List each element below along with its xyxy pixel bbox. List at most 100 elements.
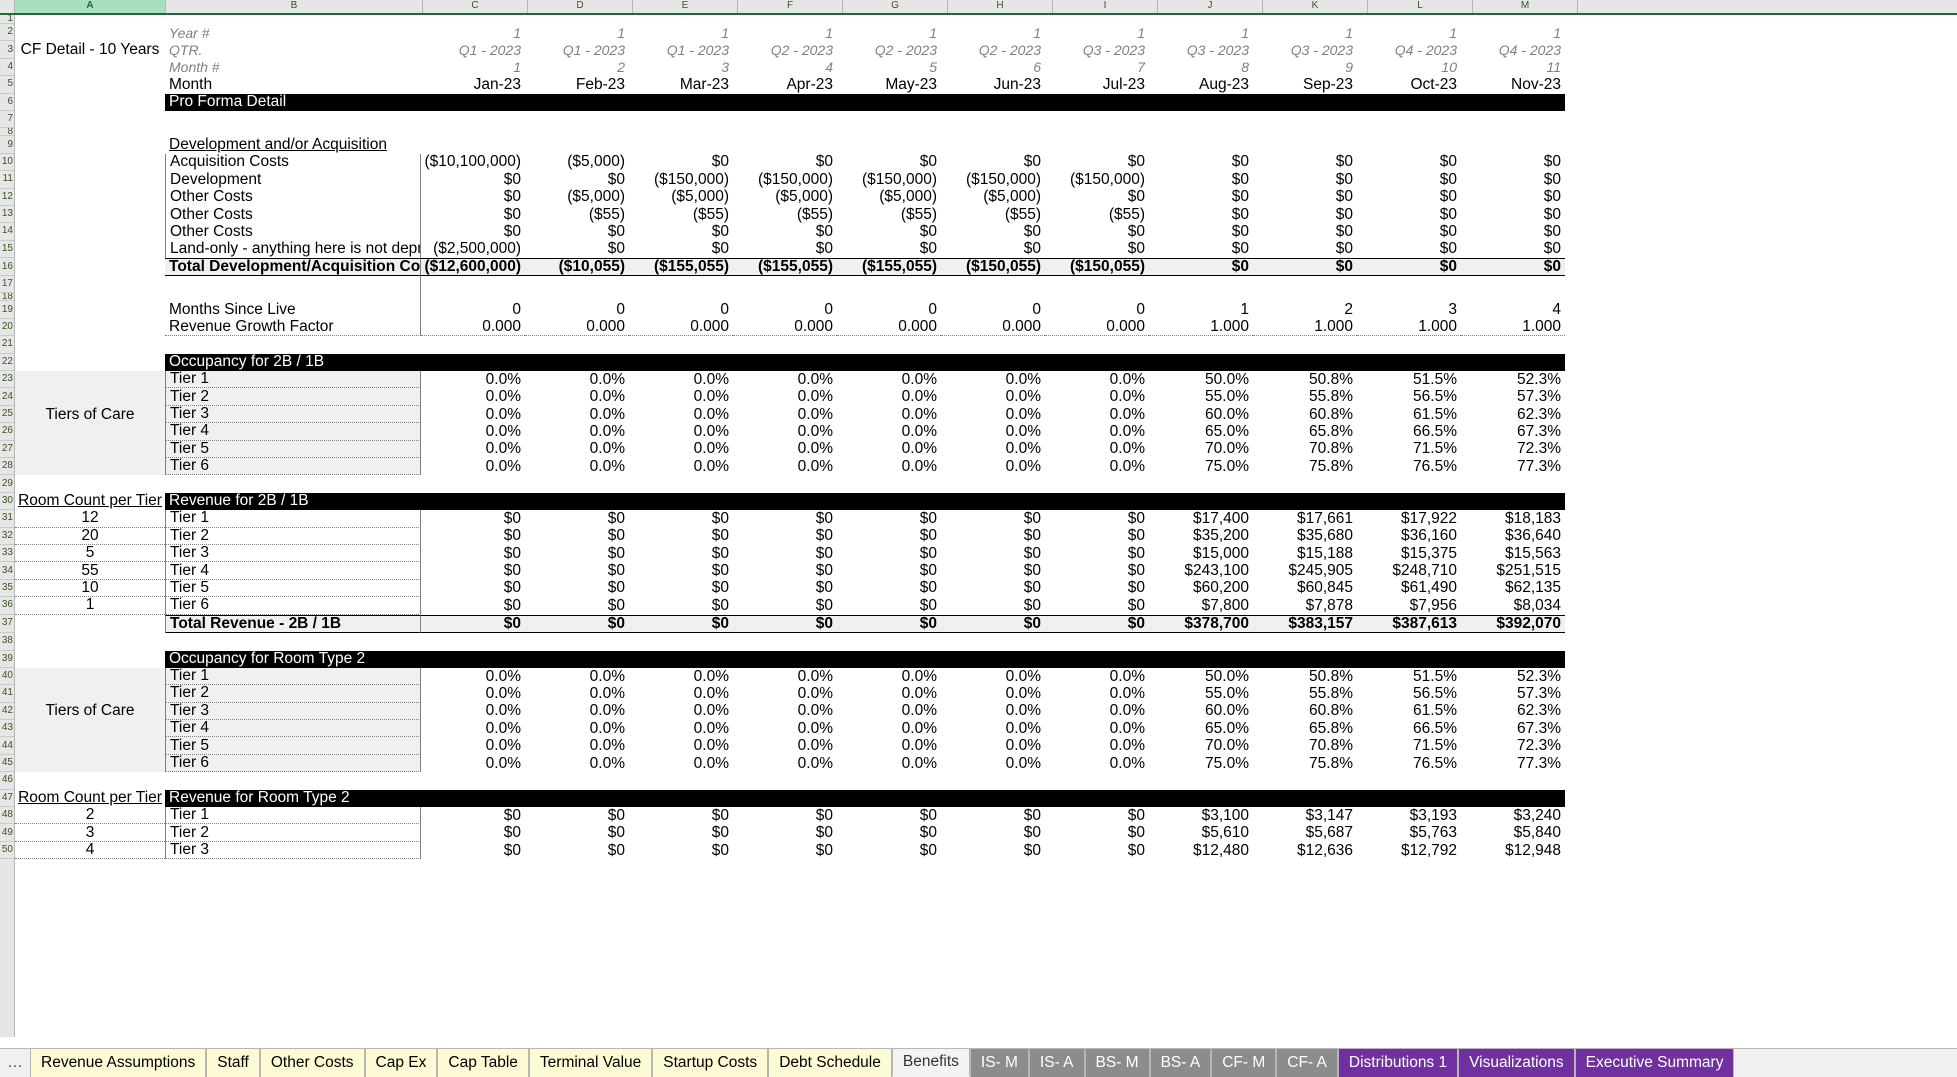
data-cell[interactable]: 0.0% — [421, 371, 525, 388]
data-cell[interactable]: ($5,000) — [629, 189, 733, 206]
data-cell[interactable]: 1 — [629, 24, 733, 41]
data-cell[interactable]: Q3 - 2023 — [1253, 41, 1357, 58]
row-number[interactable]: 47 — [0, 790, 14, 808]
data-cell[interactable] — [1461, 136, 1565, 153]
data-cell[interactable] — [629, 492, 733, 511]
data-cell[interactable] — [1357, 336, 1461, 353]
sheet-tab-visualizations[interactable]: Visualizations — [1458, 1049, 1575, 1077]
data-cell[interactable] — [1149, 633, 1253, 651]
data-cell[interactable]: $0 — [837, 807, 941, 824]
data-cell[interactable]: 0.0% — [837, 458, 941, 475]
data-cell[interactable]: $0 — [421, 510, 525, 527]
data-cell[interactable]: 0.0% — [733, 371, 837, 388]
data-cell[interactable]: $0 — [1045, 241, 1149, 258]
data-cell[interactable] — [525, 650, 629, 668]
data-cell[interactable]: 0.0% — [525, 703, 629, 720]
data-cell[interactable]: $15,000 — [1149, 545, 1253, 562]
data-cell[interactable]: $0 — [733, 842, 837, 859]
data-cell[interactable]: 0.0% — [421, 720, 525, 737]
row-number[interactable]: 39 — [0, 651, 14, 668]
data-cell[interactable]: $60,200 — [1149, 580, 1253, 597]
data-cell[interactable]: 75.8% — [1253, 458, 1357, 475]
data-cell[interactable]: $0 — [733, 528, 837, 545]
data-cell[interactable]: 1.000 — [1357, 319, 1461, 337]
data-cell[interactable]: $0 — [837, 597, 941, 614]
empty-cell[interactable] — [165, 293, 421, 302]
row-number[interactable]: 9 — [0, 136, 14, 154]
data-cell[interactable]: 0.0% — [1045, 720, 1149, 737]
row-number[interactable]: 48 — [0, 807, 14, 825]
table-row[interactable]: Tier 6 0.0% 0.0% 0.0% 0.0% 0.0% 0.0% 0.0% 75.0% 7… — [15, 457, 1957, 476]
data-cell[interactable]: 0 — [733, 301, 837, 318]
data-cell[interactable]: $0 — [733, 241, 837, 258]
data-cell[interactable] — [1045, 492, 1149, 511]
table-row[interactable]: Other Costs $0 ($55) ($55) ($55) ($55) ($55) ($… — [15, 205, 1957, 224]
data-cell[interactable]: $0 — [733, 562, 837, 579]
data-cell[interactable]: ($155,055) — [733, 258, 837, 277]
data-cell[interactable] — [733, 136, 837, 153]
row-number[interactable]: 1 — [0, 15, 14, 24]
data-cell[interactable]: 56.5% — [1357, 685, 1461, 702]
data-cell[interactable]: $0 — [1045, 154, 1149, 171]
row-number[interactable]: 18 — [0, 293, 14, 302]
row-number[interactable]: 32 — [0, 528, 14, 545]
table-row[interactable]: 2 Tier 1 $0 $0 $0 $0 $0 $0 $0 $3,100 $3,147 $3,193 $… — [15, 807, 1957, 825]
empty-cell[interactable] — [15, 685, 165, 703]
data-cell[interactable]: 66.5% — [1357, 720, 1461, 737]
data-cell[interactable]: 0.0% — [421, 737, 525, 754]
data-cell[interactable] — [629, 789, 733, 808]
data-cell[interactable] — [1045, 633, 1149, 651]
data-cell[interactable]: $0 — [1045, 223, 1149, 240]
data-cell[interactable] — [525, 336, 629, 353]
empty-cell[interactable] — [15, 301, 165, 318]
data-cell[interactable] — [1357, 492, 1461, 511]
data-cell[interactable]: $0 — [1357, 241, 1461, 258]
data-cell[interactable]: $0 — [525, 807, 629, 824]
data-cell[interactable]: 72.3% — [1461, 441, 1565, 458]
data-cell[interactable]: 67.3% — [1461, 720, 1565, 737]
row-number[interactable]: 37 — [0, 615, 14, 633]
data-cell[interactable]: 0 — [1045, 301, 1149, 318]
data-cell[interactable] — [1461, 492, 1565, 511]
data-cell[interactable]: 1 — [421, 59, 525, 76]
data-cell[interactable]: 0.0% — [941, 703, 1045, 720]
empty-cell[interactable] — [165, 276, 421, 294]
empty-cell[interactable] — [15, 171, 165, 188]
data-cell[interactable]: Nov-23 — [1461, 76, 1565, 93]
data-cell[interactable]: 0.0% — [629, 737, 733, 754]
room-count-cell[interactable]: 2 — [15, 807, 165, 825]
data-cell[interactable] — [1045, 475, 1149, 492]
data-cell[interactable]: $0 — [1149, 241, 1253, 258]
data-cell[interactable]: ($5,000) — [837, 189, 941, 206]
data-cell[interactable]: $0 — [629, 241, 733, 258]
empty-cell[interactable] — [15, 111, 165, 128]
data-cell[interactable]: $3,100 — [1149, 807, 1253, 824]
data-cell[interactable]: 0.0% — [733, 458, 837, 475]
table-row[interactable] — [15, 15, 1957, 24]
empty-cell[interactable] — [15, 241, 165, 258]
data-cell[interactable] — [941, 492, 1045, 511]
table-row[interactable] — [15, 111, 1957, 128]
data-cell[interactable]: $0 — [1461, 241, 1565, 258]
data-cell[interactable]: $0 — [1461, 206, 1565, 223]
data-cell[interactable]: $15,188 — [1253, 545, 1357, 562]
data-cell[interactable] — [1461, 111, 1565, 128]
data-cell[interactable]: $0 — [1357, 206, 1461, 223]
data-cell[interactable] — [1461, 650, 1565, 668]
room-count-cell[interactable]: 20 — [15, 528, 165, 545]
data-cell[interactable]: $0 — [941, 807, 1045, 824]
table-row[interactable] — [15, 475, 1957, 492]
data-cell[interactable]: ($5,000) — [525, 189, 629, 206]
empty-cell[interactable] — [15, 423, 165, 441]
data-cell[interactable]: 0 — [837, 301, 941, 318]
data-cell[interactable]: ($10,055) — [525, 258, 629, 277]
data-cell[interactable]: 0.0% — [837, 737, 941, 754]
empty-cell[interactable] — [15, 440, 165, 458]
data-cell[interactable]: $0 — [1045, 824, 1149, 841]
data-cell[interactable] — [1357, 128, 1461, 136]
data-cell[interactable]: 51.5% — [1357, 371, 1461, 388]
data-cell[interactable]: May-23 — [837, 76, 941, 93]
table-row[interactable]: Room Count per Tier Revenue for Room Type… — [15, 789, 1957, 808]
data-cell[interactable]: 1 — [1357, 24, 1461, 41]
data-cell[interactable]: 0.0% — [1045, 406, 1149, 423]
